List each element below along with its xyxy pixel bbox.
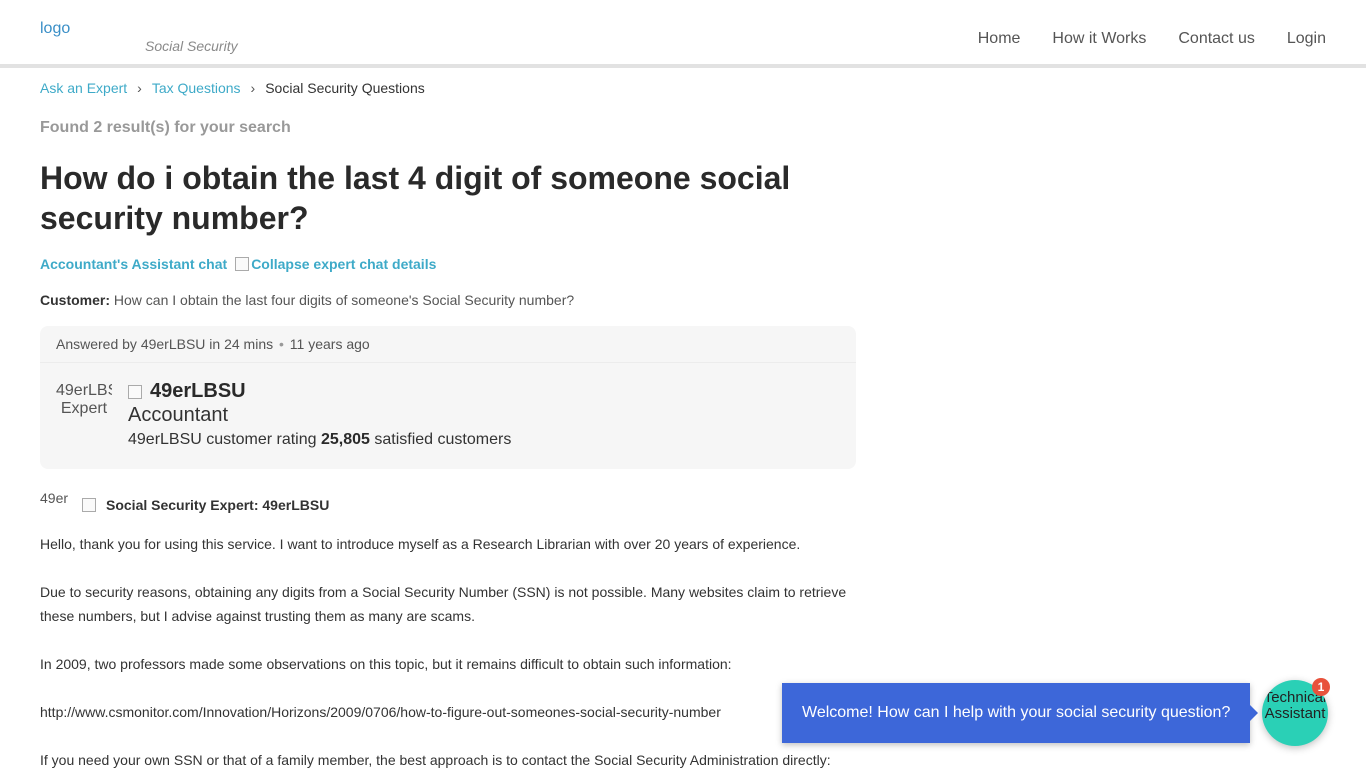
logo-alt-text: logo — [40, 20, 71, 37]
notification-badge: 1 — [1312, 678, 1330, 696]
answered-by: Answered by 49erLBSU in 24 mins — [56, 336, 274, 352]
separator-dot: • — [279, 336, 284, 352]
chevron-right-icon: › — [137, 80, 142, 96]
expert-message-header: 49er Social Security Expert: 49erLBSU — [40, 490, 329, 520]
main-nav: Home How it Works Contact us Login — [978, 30, 1326, 48]
expert-rating: 49erLBSU customer rating 25,805 satisfie… — [128, 431, 511, 449]
nav-home[interactable]: Home — [978, 30, 1021, 48]
customer-label: Customer: — [40, 292, 111, 308]
collapse-expert-chat-button[interactable]: Collapse expert chat details — [235, 256, 436, 272]
answer-link[interactable]: http://www.csmonitor.com/Innovation/Hori… — [40, 700, 860, 724]
expert-message-heading: Social Security Expert: 49erLBSU — [106, 497, 330, 513]
collapse-alt-text: Collapse expert chat details — [251, 256, 437, 272]
customer-question-text: How can I obtain the last four digits of… — [113, 292, 575, 308]
expert-avatar: 49erLBSU Expert — [56, 382, 112, 417]
nav-contact-us[interactable]: Contact us — [1178, 30, 1254, 48]
chat-welcome-bubble[interactable]: Welcome! How can I help with your social… — [782, 683, 1250, 743]
chat-bubble-tail — [1250, 705, 1258, 721]
expert-answer-body: Hello, thank you for using this service.… — [40, 532, 860, 768]
answer-paragraph: Due to security reasons, obtaining any d… — [40, 584, 847, 624]
breadcrumb-current: Social Security Questions — [265, 80, 425, 96]
breadcrumb-tax-questions[interactable]: Tax Questions — [152, 80, 241, 96]
breadcrumb-ask-an-expert[interactable]: Ask an Expert — [40, 80, 127, 96]
assistant-chat-link[interactable]: Accountant's Assistant chat — [40, 256, 227, 272]
satisfied-count: 25,805 — [320, 431, 370, 448]
answer-paragraph: In 2009, two professors made some observ… — [40, 656, 732, 672]
card-divider — [40, 362, 856, 363]
search-result-count: Found 2 result(s) for your search — [40, 119, 291, 136]
expert-small-avatar: 49er — [40, 490, 69, 506]
answer-paragraph: Hello, thank you for using this service.… — [40, 536, 801, 552]
nav-login[interactable]: Login — [1287, 30, 1326, 48]
answer-meta: Answered by 49erLBSU in 24 mins • 11 yea… — [56, 336, 370, 352]
expert-role: Accountant — [128, 404, 229, 426]
answer-card: Answered by 49erLBSU in 24 mins • 11 yea… — [40, 326, 856, 469]
answer-paragraph: If you need your own SSN or that of a fa… — [40, 752, 831, 768]
expert-name[interactable]: 49erLBSU — [150, 380, 246, 403]
satisfied-label: satisfied customers — [374, 431, 512, 448]
site-header: logo Social Security Home How it Works C… — [0, 0, 1366, 64]
site-tagline: Social Security — [145, 38, 238, 54]
logo[interactable]: logo — [40, 20, 70, 38]
chat-links: Accountant's Assistant chat Collapse exp… — [40, 256, 436, 272]
customer-question: Customer: How can I obtain the last four… — [40, 292, 574, 308]
page-title: How do i obtain the last 4 digit of some… — [40, 160, 791, 236]
nav-how-it-works[interactable]: How it Works — [1052, 30, 1146, 48]
header-divider — [0, 64, 1366, 68]
collapse-icon — [235, 257, 250, 271]
rating-alt-text: 49erLBSU customer rating — [128, 431, 317, 448]
breadcrumb: Ask an Expert › Tax Questions › Social S… — [40, 80, 425, 96]
answer-age: 11 years ago — [289, 336, 370, 352]
expert-name-row: 49erLBSU — [128, 380, 246, 403]
expert-badge-icon — [82, 498, 96, 512]
verified-icon — [128, 384, 142, 399]
chevron-right-icon: › — [250, 80, 256, 96]
